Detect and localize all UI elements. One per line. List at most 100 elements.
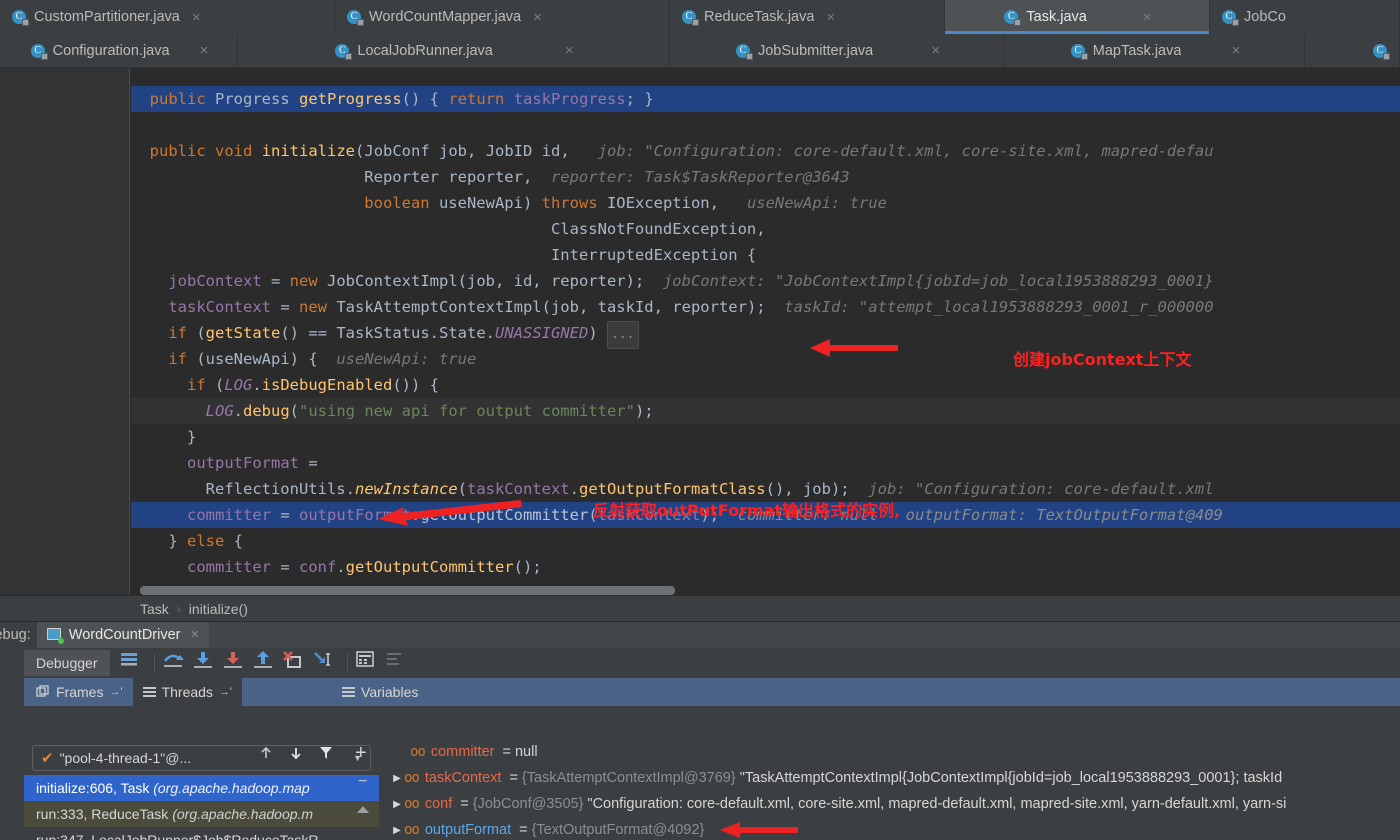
- tab-label: ReduceTask.java: [704, 9, 815, 25]
- editor-tab-maptask[interactable]: C MapTask.java ×: [1005, 34, 1305, 67]
- editor-horizontal-scrollbar[interactable]: [140, 586, 675, 595]
- java-class-icon: C: [1222, 9, 1239, 26]
- frame-method: run:333, ReduceTask: [36, 806, 169, 822]
- editor-tab-jobco[interactable]: C JobCo: [1210, 0, 1400, 34]
- code-line-608[interactable]: committer = conf.getOutputCommitter();: [131, 554, 1400, 580]
- editor-tab-task-active[interactable]: C Task.java ×: [945, 0, 1210, 34]
- frame-list-item[interactable]: initialize:606, Task (org.apache.hadoop.…: [24, 775, 379, 801]
- drop-frame-icon[interactable]: [281, 650, 311, 676]
- add-watch-icon[interactable]: +: [355, 742, 367, 765]
- annotation-arrow-left-1: [810, 339, 898, 357]
- step-over-icon[interactable]: [161, 650, 191, 676]
- frame-package: (org.apache.hadoop.map: [153, 780, 310, 796]
- code-line-596[interactable]: taskContext = new TaskAttemptContextImpl…: [131, 294, 1400, 320]
- frames-icon: [36, 685, 49, 697]
- check-icon: ✔: [41, 750, 54, 767]
- equals-sign: =: [460, 796, 469, 812]
- debug-session-name: WordCountDriver: [68, 627, 181, 643]
- close-icon[interactable]: ×: [200, 42, 209, 59]
- frame-list-item[interactable]: run:347, LocalJobRunner$Job$ReduceTaskR: [24, 827, 379, 840]
- code-line-591[interactable]: Reporter reporter, reporter: Task$TaskRe…: [131, 164, 1400, 190]
- variable-row[interactable]: ▶ oo conf = {JobConf@3505} "Configuratio…: [384, 791, 1400, 817]
- editor-tab-bar-row-2: C Configuration.java × C LocalJobRunner.…: [0, 34, 1400, 68]
- tab-label: WordCountMapper.java: [369, 9, 522, 25]
- code-line-593[interactable]: ClassNotFoundException,: [131, 216, 1400, 242]
- ide-window: C CustomPartitioner.java × C WordCountMa…: [0, 0, 1400, 840]
- code-line-600[interactable]: if (useNewApi) { useNewApi: true: [131, 346, 1400, 372]
- code-line-604[interactable]: outputFormat =: [131, 450, 1400, 476]
- editor-tab-jobsubmitter[interactable]: C JobSubmitter.java ×: [670, 34, 1005, 67]
- code-line-590[interactable]: public void initialize(JobConf job, JobI…: [131, 138, 1400, 164]
- code-line-595[interactable]: jobContext = new JobContextImpl(job, id,…: [131, 268, 1400, 294]
- show-execution-point-icon[interactable]: [118, 650, 148, 676]
- editor-gutter[interactable]: [0, 68, 130, 595]
- editor-tab-bar-row-1: C CustomPartitioner.java × C WordCountMa…: [0, 0, 1400, 34]
- variable-ref: {TaskAttemptContextImpl@3769}: [521, 770, 736, 786]
- remove-watch-icon[interactable]: −: [358, 773, 367, 791]
- tab-label: Task.java: [1026, 9, 1087, 25]
- editor-tab-localjobrunner[interactable]: C LocalJobRunner.java ×: [238, 34, 670, 67]
- variables-pane[interactable]: oo committer = null ▶ oo taskContext = {…: [384, 739, 1400, 840]
- close-icon[interactable]: ×: [533, 9, 542, 26]
- debugger-subtabs: Frames →' Threads →' Variables: [0, 678, 1400, 706]
- arrow-up-icon[interactable]: [258, 745, 274, 766]
- breadcrumb[interactable]: Task › initialize(): [0, 595, 1400, 621]
- variable-row[interactable]: ▶ oo outputFormat = {TextOutputFormat@40…: [384, 817, 1400, 840]
- code-line-607[interactable]: } else {: [131, 528, 1400, 554]
- close-icon[interactable]: ×: [1143, 9, 1152, 26]
- java-class-icon: C: [1373, 43, 1390, 60]
- arrow-down-icon[interactable]: [288, 745, 304, 766]
- editor-tab-overflow[interactable]: C: [1305, 34, 1400, 67]
- close-icon[interactable]: ×: [191, 627, 199, 643]
- step-out-icon[interactable]: [251, 650, 281, 676]
- variable-row[interactable]: oo committer = null: [384, 739, 1400, 765]
- settings-icon[interactable]: [384, 650, 414, 676]
- code-editor[interactable]: 587 588 589 590 591 592 593 594 595 596 …: [0, 68, 1400, 595]
- close-icon[interactable]: ×: [826, 9, 835, 26]
- filter-icon[interactable]: [318, 745, 334, 766]
- code-line-592[interactable]: boolean useNewApi) throws IOException, u…: [131, 190, 1400, 216]
- expand-triangle-icon[interactable]: ▶: [390, 799, 404, 810]
- tab-threads[interactable]: Threads →': [132, 678, 243, 706]
- close-icon[interactable]: ×: [1231, 42, 1240, 59]
- java-class-icon: C: [1070, 43, 1088, 60]
- equals-sign: =: [502, 744, 511, 760]
- annotation-arrow-left-2: [378, 500, 522, 526]
- debug-session-tab[interactable]: WordCountDriver ×: [36, 622, 209, 648]
- close-icon[interactable]: ×: [192, 9, 201, 26]
- debug-titlebar: Debug: WordCountDriver ×: [0, 621, 1400, 648]
- editor-tab-wordcountmapper[interactable]: C WordCountMapper.java ×: [335, 0, 670, 34]
- frame-list-item[interactable]: run:333, ReduceTask (org.apache.hadoop.m: [24, 801, 379, 827]
- collapsed-block[interactable]: ...: [607, 321, 639, 349]
- java-class-icon: C: [12, 9, 29, 26]
- code-line-602[interactable]: LOG.debug("using new api for output comm…: [131, 398, 1400, 424]
- editor-tab-configuration[interactable]: C Configuration.java ×: [0, 34, 238, 67]
- expand-triangle-icon[interactable]: ▶: [390, 773, 404, 784]
- breadcrumb-method[interactable]: initialize(): [189, 601, 248, 617]
- code-line-603[interactable]: }: [131, 424, 1400, 450]
- tab-debugger[interactable]: Debugger: [24, 650, 110, 676]
- frame-method: run:347, LocalJobRunner$Job$ReduceTaskR: [36, 832, 319, 840]
- code-line-588[interactable]: public Progress getProgress() { return t…: [131, 86, 1400, 112]
- tab-frames-label: Frames: [56, 684, 104, 700]
- close-icon[interactable]: ×: [931, 42, 940, 59]
- chevron-right-icon: ›: [176, 601, 181, 616]
- editor-tab-custompartitioner[interactable]: C CustomPartitioner.java ×: [0, 0, 335, 34]
- tab-frames[interactable]: Frames →': [24, 678, 133, 706]
- editor-tab-reducetask[interactable]: C ReduceTask.java ×: [670, 0, 945, 34]
- variable-row[interactable]: ▶ oo taskContext = {TaskAttemptContextIm…: [384, 765, 1400, 791]
- breadcrumb-class[interactable]: Task: [140, 601, 169, 617]
- code-line-601[interactable]: if (LOG.isDebugEnabled()) {: [131, 372, 1400, 398]
- evaluate-expression-icon[interactable]: [354, 650, 384, 676]
- run-to-cursor-icon[interactable]: [311, 650, 341, 676]
- tab-variables[interactable]: Variables: [328, 678, 1400, 706]
- force-step-into-icon[interactable]: [221, 650, 251, 676]
- expand-triangle-icon[interactable]: ▶: [390, 825, 404, 836]
- tab-threads-label: Threads: [161, 684, 213, 700]
- code-line-594[interactable]: InterruptedException {: [131, 242, 1400, 268]
- variable-value: "TaskAttemptContextImpl{JobContextImpl{j…: [739, 770, 1283, 786]
- step-into-icon[interactable]: [191, 650, 221, 676]
- code-line-597[interactable]: if (getState() == TaskStatus.State.UNASS…: [131, 320, 1400, 349]
- collapse-icon[interactable]: [355, 803, 371, 821]
- close-icon[interactable]: ×: [565, 42, 574, 59]
